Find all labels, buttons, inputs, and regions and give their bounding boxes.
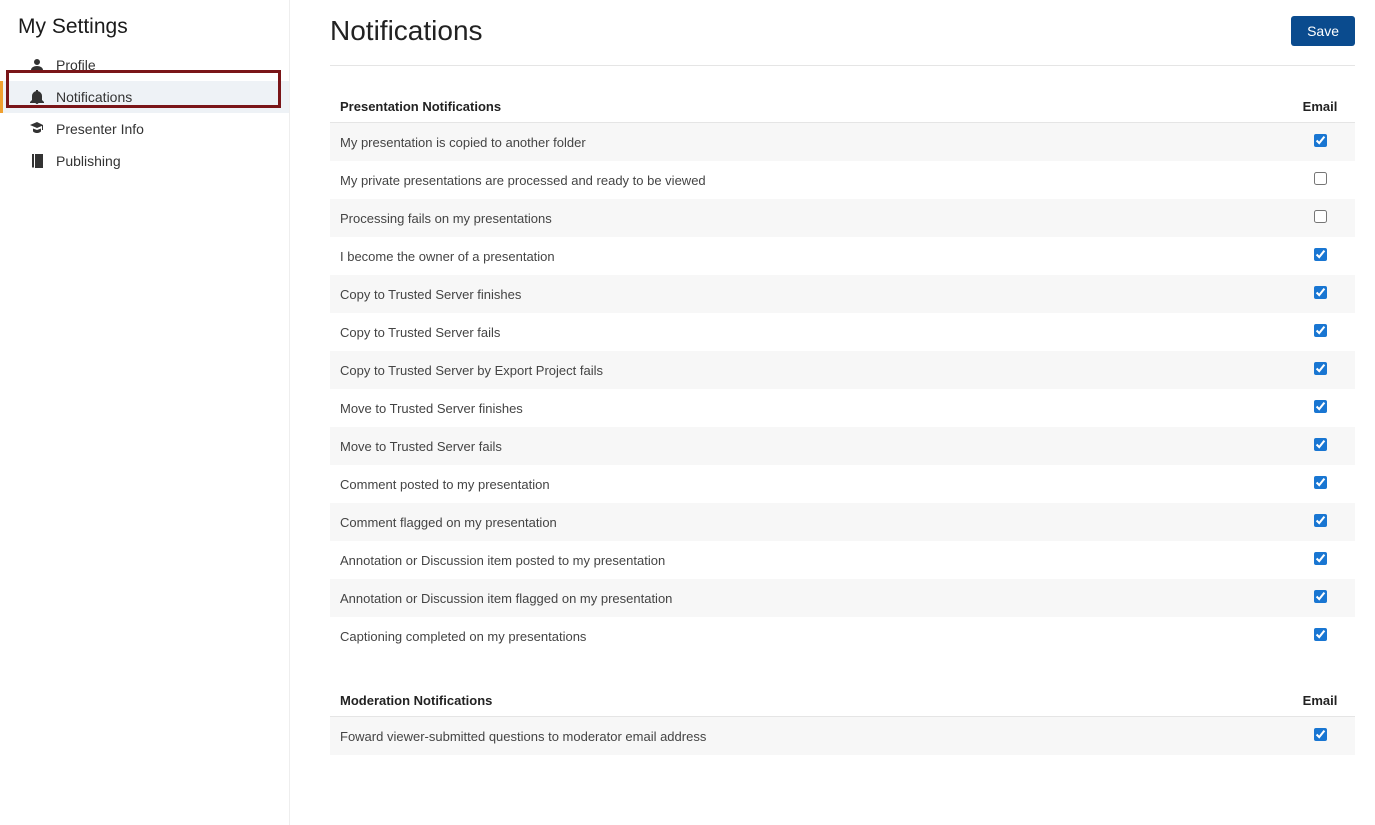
checkbox-cell	[1295, 286, 1345, 302]
email-checkbox[interactable]	[1314, 324, 1327, 337]
notification-label: Move to Trusted Server finishes	[340, 401, 1295, 416]
checkbox-cell	[1295, 728, 1345, 744]
email-checkbox[interactable]	[1314, 362, 1327, 375]
section-title: Presentation Notifications	[340, 99, 501, 114]
notification-row: Processing fails on my presentations	[330, 199, 1355, 237]
email-checkbox[interactable]	[1314, 628, 1327, 641]
notification-label: Copy to Trusted Server finishes	[340, 287, 1295, 302]
section-head: Moderation Notifications Email	[330, 685, 1355, 717]
notification-row: Copy to Trusted Server finishes	[330, 275, 1355, 313]
section-title: Moderation Notifications	[340, 693, 492, 708]
checkbox-cell	[1295, 248, 1345, 264]
checkbox-cell	[1295, 172, 1345, 188]
notification-label: Move to Trusted Server fails	[340, 439, 1295, 454]
email-checkbox[interactable]	[1314, 590, 1327, 603]
email-checkbox[interactable]	[1314, 210, 1327, 223]
sidebar: My Settings Profile Notifications Presente…	[0, 0, 290, 825]
sidebar-item-presenter-info[interactable]: Presenter Info	[0, 113, 289, 145]
notification-row: Annotation or Discussion item flagged on…	[330, 579, 1355, 617]
column-header-email: Email	[1295, 99, 1345, 114]
notification-row: Comment posted to my presentation	[330, 465, 1355, 503]
checkbox-cell	[1295, 400, 1345, 416]
email-checkbox[interactable]	[1314, 134, 1327, 147]
notification-label: Comment posted to my presentation	[340, 477, 1295, 492]
grad-cap-icon	[30, 122, 44, 136]
sidebar-item-label: Profile	[56, 57, 96, 73]
notification-row: Move to Trusted Server finishes	[330, 389, 1355, 427]
save-button[interactable]: Save	[1291, 16, 1355, 46]
checkbox-cell	[1295, 552, 1345, 568]
notification-row: My presentation is copied to another fol…	[330, 123, 1355, 161]
notification-label: Copy to Trusted Server by Export Project…	[340, 363, 1295, 378]
notification-row: I become the owner of a presentation	[330, 237, 1355, 275]
sidebar-item-publishing[interactable]: Publishing	[0, 145, 289, 177]
notification-label: Processing fails on my presentations	[340, 211, 1295, 226]
notification-label: Captioning completed on my presentations	[340, 629, 1295, 644]
sidebar-item-label: Presenter Info	[56, 121, 144, 137]
notification-section: Presentation Notifications Email My presen…	[330, 91, 1355, 655]
checkbox-cell	[1295, 590, 1345, 606]
column-header-email: Email	[1295, 693, 1345, 708]
email-checkbox[interactable]	[1314, 728, 1327, 741]
person-icon	[30, 58, 44, 72]
notification-section: Moderation Notifications Email Foward view…	[330, 685, 1355, 755]
checkbox-cell	[1295, 514, 1345, 530]
email-checkbox[interactable]	[1314, 172, 1327, 185]
notification-row: Copy to Trusted Server fails	[330, 313, 1355, 351]
bell-icon	[30, 90, 44, 104]
sidebar-item-notifications[interactable]: Notifications	[0, 81, 289, 113]
notification-label: Comment flagged on my presentation	[340, 515, 1295, 530]
email-checkbox[interactable]	[1314, 438, 1327, 451]
notification-label: Annotation or Discussion item flagged on…	[340, 591, 1295, 606]
notification-row: Foward viewer-submitted questions to mod…	[330, 717, 1355, 755]
notification-row: Captioning completed on my presentations	[330, 617, 1355, 655]
email-checkbox[interactable]	[1314, 248, 1327, 261]
notification-row: Move to Trusted Server fails	[330, 427, 1355, 465]
email-checkbox[interactable]	[1314, 514, 1327, 527]
notification-label: Copy to Trusted Server fails	[340, 325, 1295, 340]
email-checkbox[interactable]	[1314, 400, 1327, 413]
section-head: Presentation Notifications Email	[330, 91, 1355, 123]
notification-label: Foward viewer-submitted questions to mod…	[340, 729, 1295, 744]
page-title: Notifications	[330, 15, 483, 47]
checkbox-cell	[1295, 210, 1345, 226]
checkbox-cell	[1295, 362, 1345, 378]
sidebar-item-profile[interactable]: Profile	[0, 49, 289, 81]
checkbox-cell	[1295, 628, 1345, 644]
sidebar-title: My Settings	[0, 15, 289, 49]
notification-label: Annotation or Discussion item posted to …	[340, 553, 1295, 568]
page-header: Notifications Save	[330, 15, 1355, 66]
checkbox-cell	[1295, 134, 1345, 150]
email-checkbox[interactable]	[1314, 476, 1327, 489]
notification-row: Copy to Trusted Server by Export Project…	[330, 351, 1355, 389]
nav-list: Profile Notifications Presenter Info Publis…	[0, 49, 289, 177]
notification-label: My private presentations are processed a…	[340, 173, 1295, 188]
checkbox-cell	[1295, 476, 1345, 492]
main-content: Notifications Save Presentation Notifica…	[290, 0, 1375, 825]
notification-row: My private presentations are processed a…	[330, 161, 1355, 199]
sidebar-item-label: Notifications	[56, 89, 132, 105]
book-icon	[30, 154, 44, 168]
sidebar-item-label: Publishing	[56, 153, 121, 169]
email-checkbox[interactable]	[1314, 286, 1327, 299]
notification-row: Comment flagged on my presentation	[330, 503, 1355, 541]
email-checkbox[interactable]	[1314, 552, 1327, 565]
notification-label: I become the owner of a presentation	[340, 249, 1295, 264]
checkbox-cell	[1295, 324, 1345, 340]
checkbox-cell	[1295, 438, 1345, 454]
notification-row: Annotation or Discussion item posted to …	[330, 541, 1355, 579]
sections-container: Presentation Notifications Email My presen…	[330, 91, 1355, 755]
notification-label: My presentation is copied to another fol…	[340, 135, 1295, 150]
